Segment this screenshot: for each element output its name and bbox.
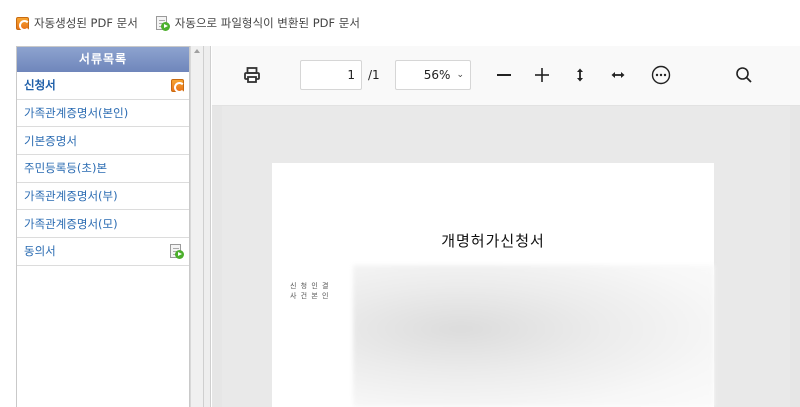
side-label-1: 신 청 인 결 [290, 282, 330, 290]
sidebar-item-label: 신청서 [24, 78, 56, 93]
sidebar-item-basic-cert[interactable]: 기본증명서 [17, 127, 189, 156]
print-button[interactable] [238, 60, 266, 90]
fit-width-button[interactable] [608, 60, 628, 90]
zoom-out-button[interactable] [494, 60, 514, 90]
document-canvas[interactable]: 개명허가신청서 신 청 인 결 사 건 본 인 [222, 106, 790, 407]
fit-height-icon [577, 68, 583, 82]
legend-converted: 자동으로 파일형식이 변환된 PDF 문서 [155, 15, 360, 31]
fit-height-button[interactable] [570, 60, 590, 90]
sidebar-item-label: 가족관계증명서(모) [24, 216, 118, 231]
sidebar-title: 서류목록 [17, 47, 189, 72]
zoom-value: 56% [423, 68, 451, 82]
converted-pdf-icon [155, 15, 170, 31]
chevron-down-icon: ⌄ [456, 70, 464, 80]
sidebar-item-family-cert-self[interactable]: 가족관계증명서(본인) [17, 100, 189, 128]
auto-generated-pdf-icon [16, 16, 30, 31]
auto-generated-pdf-icon [171, 78, 185, 93]
legend-auto-label: 자동생성된 PDF 문서 [34, 16, 138, 30]
print-icon [244, 67, 260, 83]
fit-width-icon [611, 72, 625, 78]
pdf-viewer: 1 /1 56% ⌄ 개명허가신청서 신 청 인 결 사 건 본 인 [212, 46, 800, 407]
document-title: 개명허가신청서 [441, 232, 545, 250]
document-side-labels: 신 청 인 결 사 건 본 인 [290, 281, 329, 301]
sidebar-item-resident-registration[interactable]: 주민등록등(초)본 [17, 155, 189, 183]
zoom-in-icon [535, 68, 549, 82]
page-total: /1 [368, 68, 380, 82]
legend-converted-label: 자동으로 파일형식이 변환된 PDF 문서 [174, 16, 360, 30]
page-number-input[interactable]: 1 [300, 60, 362, 90]
pdf-page: 개명허가신청서 신 청 인 결 사 건 본 인 [272, 163, 714, 407]
sidebar-item-label: 주민등록등(초)본 [24, 161, 108, 176]
sidebar-item-family-cert-mother[interactable]: 가족관계증명서(모) [17, 210, 189, 239]
converted-pdf-icon [170, 243, 184, 259]
sidebar-item-label: 기본증명서 [24, 133, 77, 148]
sidebar-item-family-cert-father[interactable]: 가족관계증명서(부) [17, 183, 189, 211]
search-icon [736, 67, 752, 83]
panel-splitter[interactable] [203, 46, 211, 407]
more-options-button[interactable] [649, 60, 673, 90]
zoom-in-button[interactable] [532, 60, 552, 90]
sidebar-scrollbar[interactable] [190, 46, 203, 407]
zoom-select[interactable]: 56% ⌄ [395, 60, 471, 90]
zoom-out-icon [497, 74, 511, 76]
document-list: 신청서 가족관계증명서(본인) 기본증명서 주민등록등(초)본 가족관계증명서(… [17, 72, 189, 266]
sidebar-item-label: 가족관계증명서(부) [24, 189, 118, 204]
more-icon [651, 65, 671, 85]
legend: 자동생성된 PDF 문서 자동으로 파일형식이 변환된 PDF 문서 [16, 14, 378, 32]
redacted-content [353, 265, 714, 407]
sidebar-item-label: 동의서 [24, 244, 56, 259]
sidebar-item-application[interactable]: 신청서 [17, 72, 189, 100]
sidebar-item-label: 가족관계증명서(본인) [24, 106, 129, 121]
search-button[interactable] [732, 60, 756, 90]
scroll-up-arrow-icon[interactable] [194, 49, 200, 53]
document-list-sidebar: 서류목록 신청서 가족관계증명서(본인) 기본증명서 주민등록등(초)본 가족관… [16, 46, 190, 407]
side-label-2: 사 건 본 인 [290, 292, 330, 300]
sidebar-item-consent-form[interactable]: 동의서 [17, 238, 189, 266]
viewer-toolbar: 1 /1 56% ⌄ [212, 46, 800, 106]
legend-auto-generated: 자동생성된 PDF 문서 [16, 15, 138, 31]
